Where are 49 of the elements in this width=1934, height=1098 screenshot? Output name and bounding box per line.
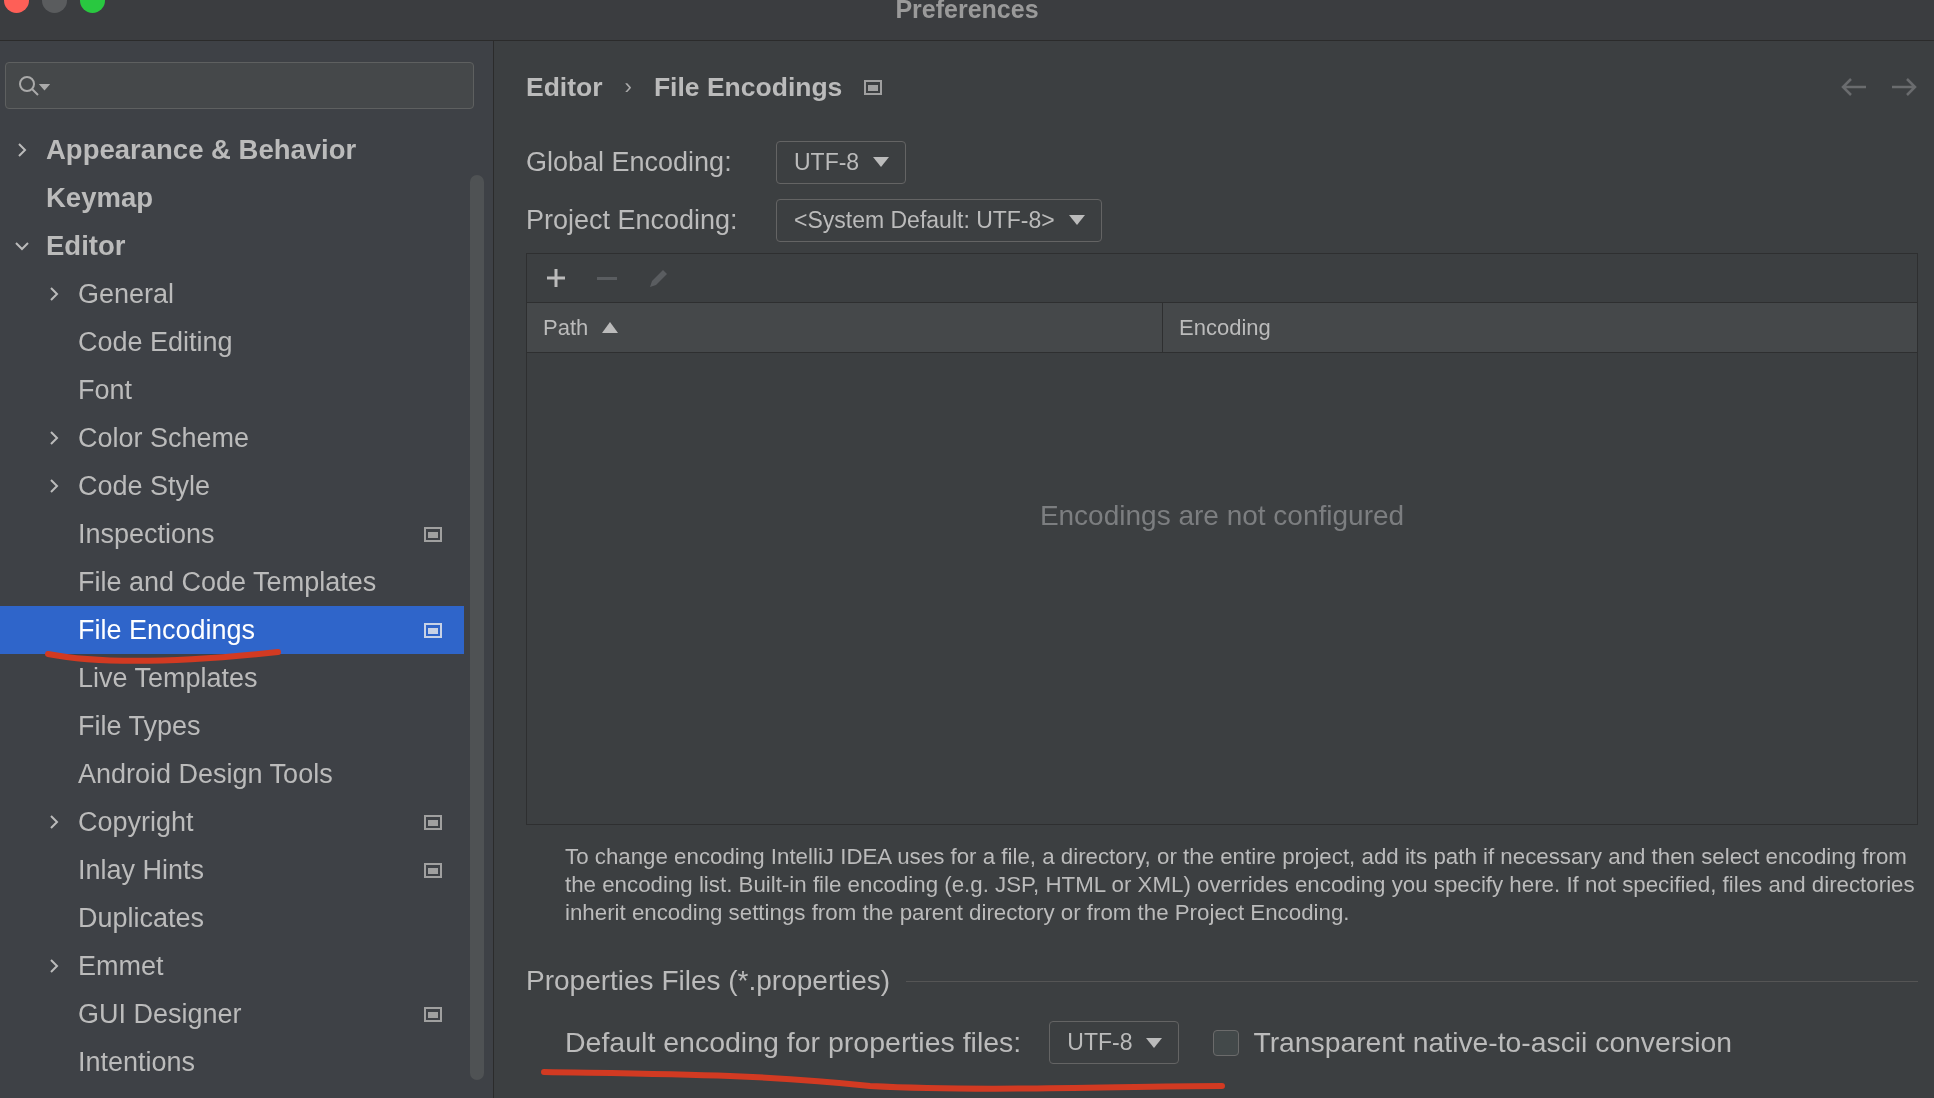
sidebar-item[interactable]: Font xyxy=(0,366,464,414)
breadcrumb-link[interactable]: Editor xyxy=(526,71,603,103)
sidebar-item[interactable]: Color Scheme xyxy=(0,414,464,462)
sidebar-item[interactable]: Inspections xyxy=(0,510,464,558)
sidebar-item[interactable]: Code Editing xyxy=(0,318,464,366)
sidebar-item[interactable]: Appearance & Behavior xyxy=(0,126,464,174)
sidebar-item[interactable]: File and Code Templates xyxy=(0,558,464,606)
breadcrumb-current: File Encodings xyxy=(653,71,843,103)
sidebar-item[interactable]: File Encodings xyxy=(0,606,464,654)
sidebar-item[interactable]: Copyright xyxy=(0,798,464,846)
sidebar-item[interactable]: GUI Designer xyxy=(0,990,464,1038)
project-scope-icon xyxy=(424,814,442,830)
project-scope-icon xyxy=(424,622,442,638)
sidebar-item[interactable]: General xyxy=(0,270,464,318)
section-title: Properties Files (*.properties) xyxy=(526,965,891,997)
breadcrumb-separator: › xyxy=(624,74,632,100)
project-scope-icon xyxy=(424,862,442,878)
sidebar-item[interactable]: Duplicates xyxy=(0,894,464,942)
sidebar-item[interactable]: Inlay Hints xyxy=(0,846,464,894)
checkbox[interactable] xyxy=(1213,1029,1240,1056)
sidebar-item[interactable]: File Types xyxy=(0,702,464,750)
project-scope-icon xyxy=(424,1006,442,1022)
sidebar-item[interactable]: Keymap xyxy=(0,174,464,222)
dropdown-caret-icon xyxy=(1146,1037,1163,1048)
project-scope-icon xyxy=(864,79,883,95)
project-scope-icon xyxy=(424,526,442,542)
encoding-dropdown[interactable]: UTF-8 xyxy=(1049,1021,1180,1064)
encoding-dropdown[interactable]: <System Default: UTF-8> xyxy=(776,198,1102,242)
column-header[interactable]: Encoding xyxy=(1163,303,1917,352)
checkbox-label: Transparent native-to-ascii conversion xyxy=(1253,1026,1733,1059)
empty-table-message: Encodings are not configured xyxy=(1039,499,1405,532)
sidebar-item[interactable]: Code Style xyxy=(0,462,464,510)
column-header[interactable]: Path xyxy=(527,303,1163,352)
setting-label: Global Encoding: xyxy=(526,146,733,178)
sidebar-item[interactable]: Live Templates xyxy=(0,654,464,702)
dropdown-caret-icon xyxy=(873,157,890,167)
sidebar-item[interactable]: Emmet xyxy=(0,942,464,990)
encoding-dropdown[interactable]: UTF-8 xyxy=(776,140,907,184)
sidebar-item[interactable]: Intentions xyxy=(0,1038,464,1086)
help-text: To change encoding IntelliJ IDEA uses for a file, a directory, or the entire project, add its path if necessary and then select encoding from the encoding list. Built-in file encoding (e.g. JSP, HTML or XML) overrides encoding you specify here. If not specified, files and directories inherit encoding settings from the parent directory or from the Project Encoding. xyxy=(565,843,1916,927)
search-icon xyxy=(18,74,50,97)
dropdown-caret-icon xyxy=(1068,215,1085,225)
sidebar-item[interactable]: Android Design Tools xyxy=(0,750,464,798)
sidebar-item[interactable]: Editor xyxy=(0,222,464,270)
setting-label: Project Encoding: xyxy=(526,204,739,236)
search-field[interactable] xyxy=(5,62,474,109)
setting-label: Default encoding for properties files: xyxy=(565,1026,1022,1059)
add-icon xyxy=(545,267,567,289)
window-title: Preferences xyxy=(895,0,1039,23)
